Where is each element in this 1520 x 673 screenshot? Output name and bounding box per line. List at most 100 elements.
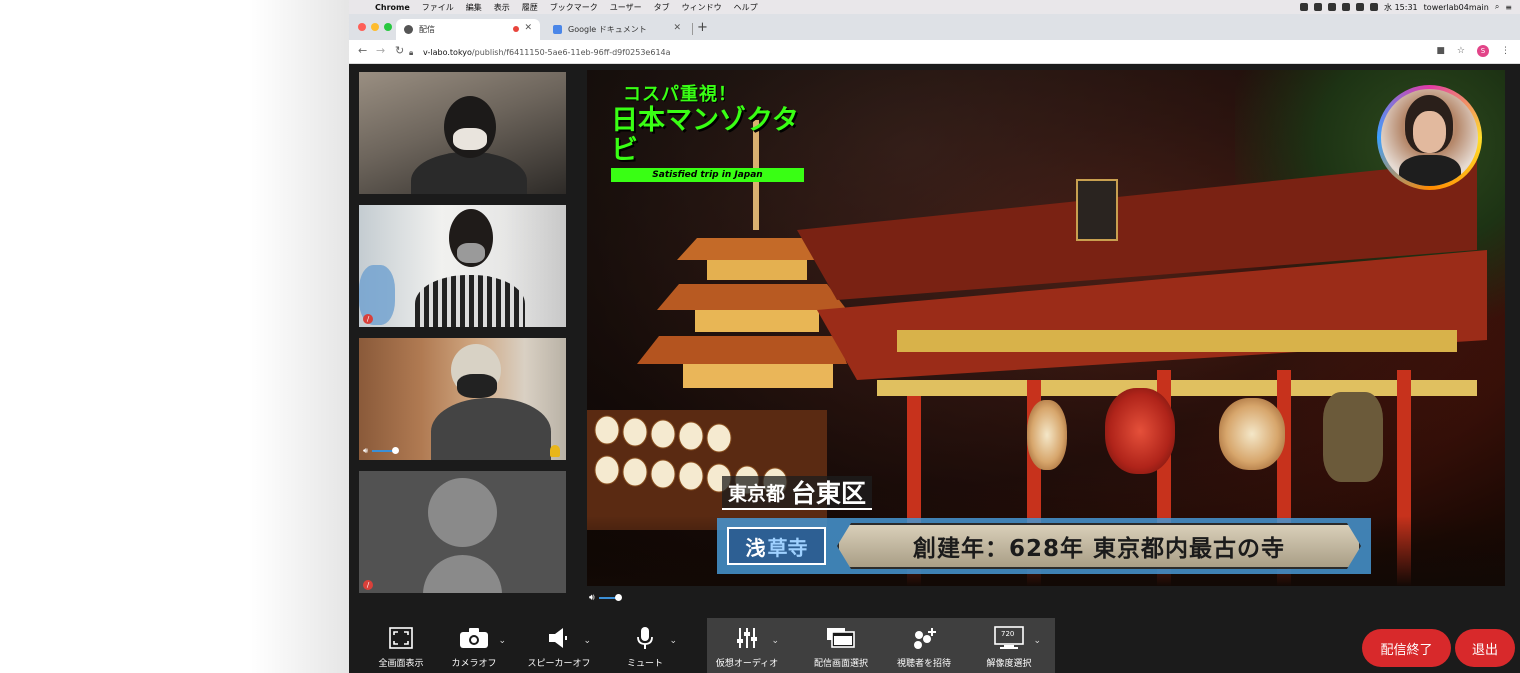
control-label: カメラオフ (451, 659, 497, 669)
menu-user[interactable]: ユーザー (610, 2, 642, 13)
presenter-pip[interactable] (1377, 85, 1482, 190)
face-mask (453, 128, 487, 150)
lantern (1027, 400, 1067, 470)
leave-button[interactable]: 退出 (1455, 629, 1515, 667)
invite-icon (878, 624, 970, 652)
person-figure (411, 152, 527, 194)
close-icon[interactable]: ✕ (673, 23, 681, 33)
control-label: 解像度選択 (986, 659, 1032, 669)
tab-strip: 配信 ✕ Google ドキュメント ✕ + (349, 14, 1520, 40)
lantern (1105, 388, 1175, 474)
menu-app[interactable]: Chrome (375, 3, 410, 12)
tab-title: 配信 (419, 25, 435, 34)
chevron-down-icon[interactable]: ⌄ (583, 636, 591, 646)
participant-video[interactable] (359, 72, 566, 194)
chevron-down-icon[interactable]: ⌄ (498, 636, 506, 646)
virtual-audio-button[interactable]: ⌄ 仮想オーディオ (701, 616, 793, 673)
chevron-down-icon[interactable]: ⌄ (669, 636, 677, 646)
tab-haishin[interactable]: 配信 ✕ (396, 19, 540, 40)
volume-icon[interactable] (1356, 3, 1365, 11)
bookmark-star-icon[interactable]: ☆ (1457, 46, 1465, 56)
participant-video[interactable]: / (359, 205, 566, 327)
minimize-window-icon[interactable] (371, 23, 379, 31)
control-label: 視聴者を招待 (896, 659, 951, 669)
control-label: スピーカーオフ (527, 659, 591, 669)
place-badge: 浅 草寺 (727, 527, 826, 565)
status-icon[interactable] (1314, 3, 1323, 11)
resolution-select-button[interactable]: 720 ⌄ 解像度選択 (963, 616, 1055, 673)
avatar-placeholder-icon (428, 478, 497, 547)
end-broadcast-button[interactable]: 配信終了 (1362, 629, 1451, 667)
close-icon[interactable]: ✕ (524, 23, 532, 33)
battery-icon[interactable] (1370, 3, 1379, 11)
lantern (1219, 398, 1285, 470)
control-center-icon[interactable]: ≡ (1505, 3, 1512, 12)
globe-icon (404, 25, 413, 34)
person-figure (1413, 111, 1446, 153)
mac-menubar: Chrome ファイル 編集 表示 履歴 ブックマーク ユーザー タブ ウィンド… (349, 0, 1520, 14)
status-icon[interactable] (1300, 3, 1309, 11)
menu-help[interactable]: ヘルプ (734, 2, 758, 13)
mute-button[interactable]: ⌄ ミュート (599, 616, 691, 673)
tab-divider (692, 23, 693, 35)
speaker-off-button[interactable]: ⌄ スピーカーオフ (513, 616, 605, 673)
screens-icon (795, 624, 887, 652)
reload-icon[interactable]: ↻ (395, 44, 404, 57)
menubar-clock[interactable]: 水 15:31 (1384, 2, 1418, 13)
menu-window[interactable]: ウィンドウ (682, 2, 722, 13)
person-figure (431, 398, 551, 460)
menu-bookmarks[interactable]: ブックマーク (550, 2, 598, 13)
fact-banner: 創建年：628年 東京都内最古の寺 (837, 523, 1361, 569)
logo-line-1: コスパ重視！ (623, 84, 737, 105)
face-mask (457, 243, 485, 263)
tab-google-docs[interactable]: Google ドキュメント ✕ (545, 19, 689, 40)
menubar-user[interactable]: towerlab04main (1424, 3, 1489, 12)
docs-icon (553, 25, 562, 34)
stage-volume[interactable]: 🔊︎ (589, 593, 622, 603)
chevron-down-icon[interactable]: ⌄ (1033, 636, 1041, 646)
wifi-icon[interactable] (1342, 3, 1351, 11)
resolution-badge: 720 (1001, 630, 1015, 638)
volume-slider[interactable] (598, 594, 622, 601)
url-path: /publish/f6411150-5ae6-11eb-96ff-d9f0253… (471, 47, 671, 57)
chevron-down-icon[interactable]: ⌄ (771, 636, 779, 646)
menu-tab[interactable]: タブ (654, 2, 670, 13)
menu-file[interactable]: ファイル (422, 2, 454, 13)
forward-icon[interactable]: → (376, 44, 385, 57)
participant-volume[interactable]: 🔊︎ (363, 446, 400, 456)
show-logo: コスパ重視！ 日本マンゾクタビ Satisfied trip in Japan (611, 80, 807, 182)
speaker-icon: 🔊︎ (363, 446, 369, 455)
broadcast-stage[interactable]: コスパ重視！ 日本マンゾクタビ Satisfied trip in Japan … (587, 70, 1505, 586)
more-menu-icon[interactable]: ⋮ (1501, 46, 1510, 56)
logo-line-2: 日本マンゾクタビ (611, 105, 799, 166)
speaker-icon: 🔊︎ (589, 593, 595, 603)
bell-icon[interactable] (550, 445, 560, 457)
spotlight-icon[interactable]: ⌕ (1495, 2, 1499, 12)
window-shadow (250, 0, 350, 673)
speaker-icon: ⌄ (513, 624, 605, 652)
profile-avatar[interactable]: S (1477, 45, 1489, 57)
ward-text: 台東区 (791, 479, 867, 508)
control-bar: 全画面表示 ⌄ カメラオフ ⌄ スピーカーオフ ⌄ ミュート ⌄ 仮想オーディオ… (349, 612, 1520, 673)
participant-video[interactable]: 🔊︎ (359, 338, 566, 460)
lock-icon[interactable]: 🔒︎ (409, 48, 417, 57)
menu-view[interactable]: 表示 (494, 2, 510, 13)
camera-off-button[interactable]: ⌄ カメラオフ (428, 616, 520, 673)
mixer-icon: ⌄ (701, 624, 793, 652)
close-window-icon[interactable] (358, 23, 366, 31)
menu-history[interactable]: 履歴 (522, 2, 538, 13)
volume-slider[interactable] (372, 447, 400, 454)
window-controls (358, 23, 392, 31)
mic-muted-icon: / (363, 314, 373, 324)
participant-placeholder[interactable]: / (359, 471, 566, 593)
place-badge-rest: 草寺 (767, 535, 808, 560)
select-broadcast-screen-button[interactable]: 配信画面選択 (795, 616, 887, 673)
address-bar[interactable]: 🔒︎ v-labo.tokyo /publish/f6411150-5ae6-1… (409, 43, 1479, 61)
menu-edit[interactable]: 編集 (466, 2, 482, 13)
zoom-window-icon[interactable] (384, 23, 392, 31)
status-icon[interactable] (1328, 3, 1337, 11)
new-tab-icon[interactable]: + (697, 20, 708, 35)
back-icon[interactable]: ← (358, 44, 367, 57)
invite-viewers-button[interactable]: 視聴者を招待 (878, 616, 970, 673)
camera-in-use-icon[interactable]: ■ (1436, 46, 1445, 56)
